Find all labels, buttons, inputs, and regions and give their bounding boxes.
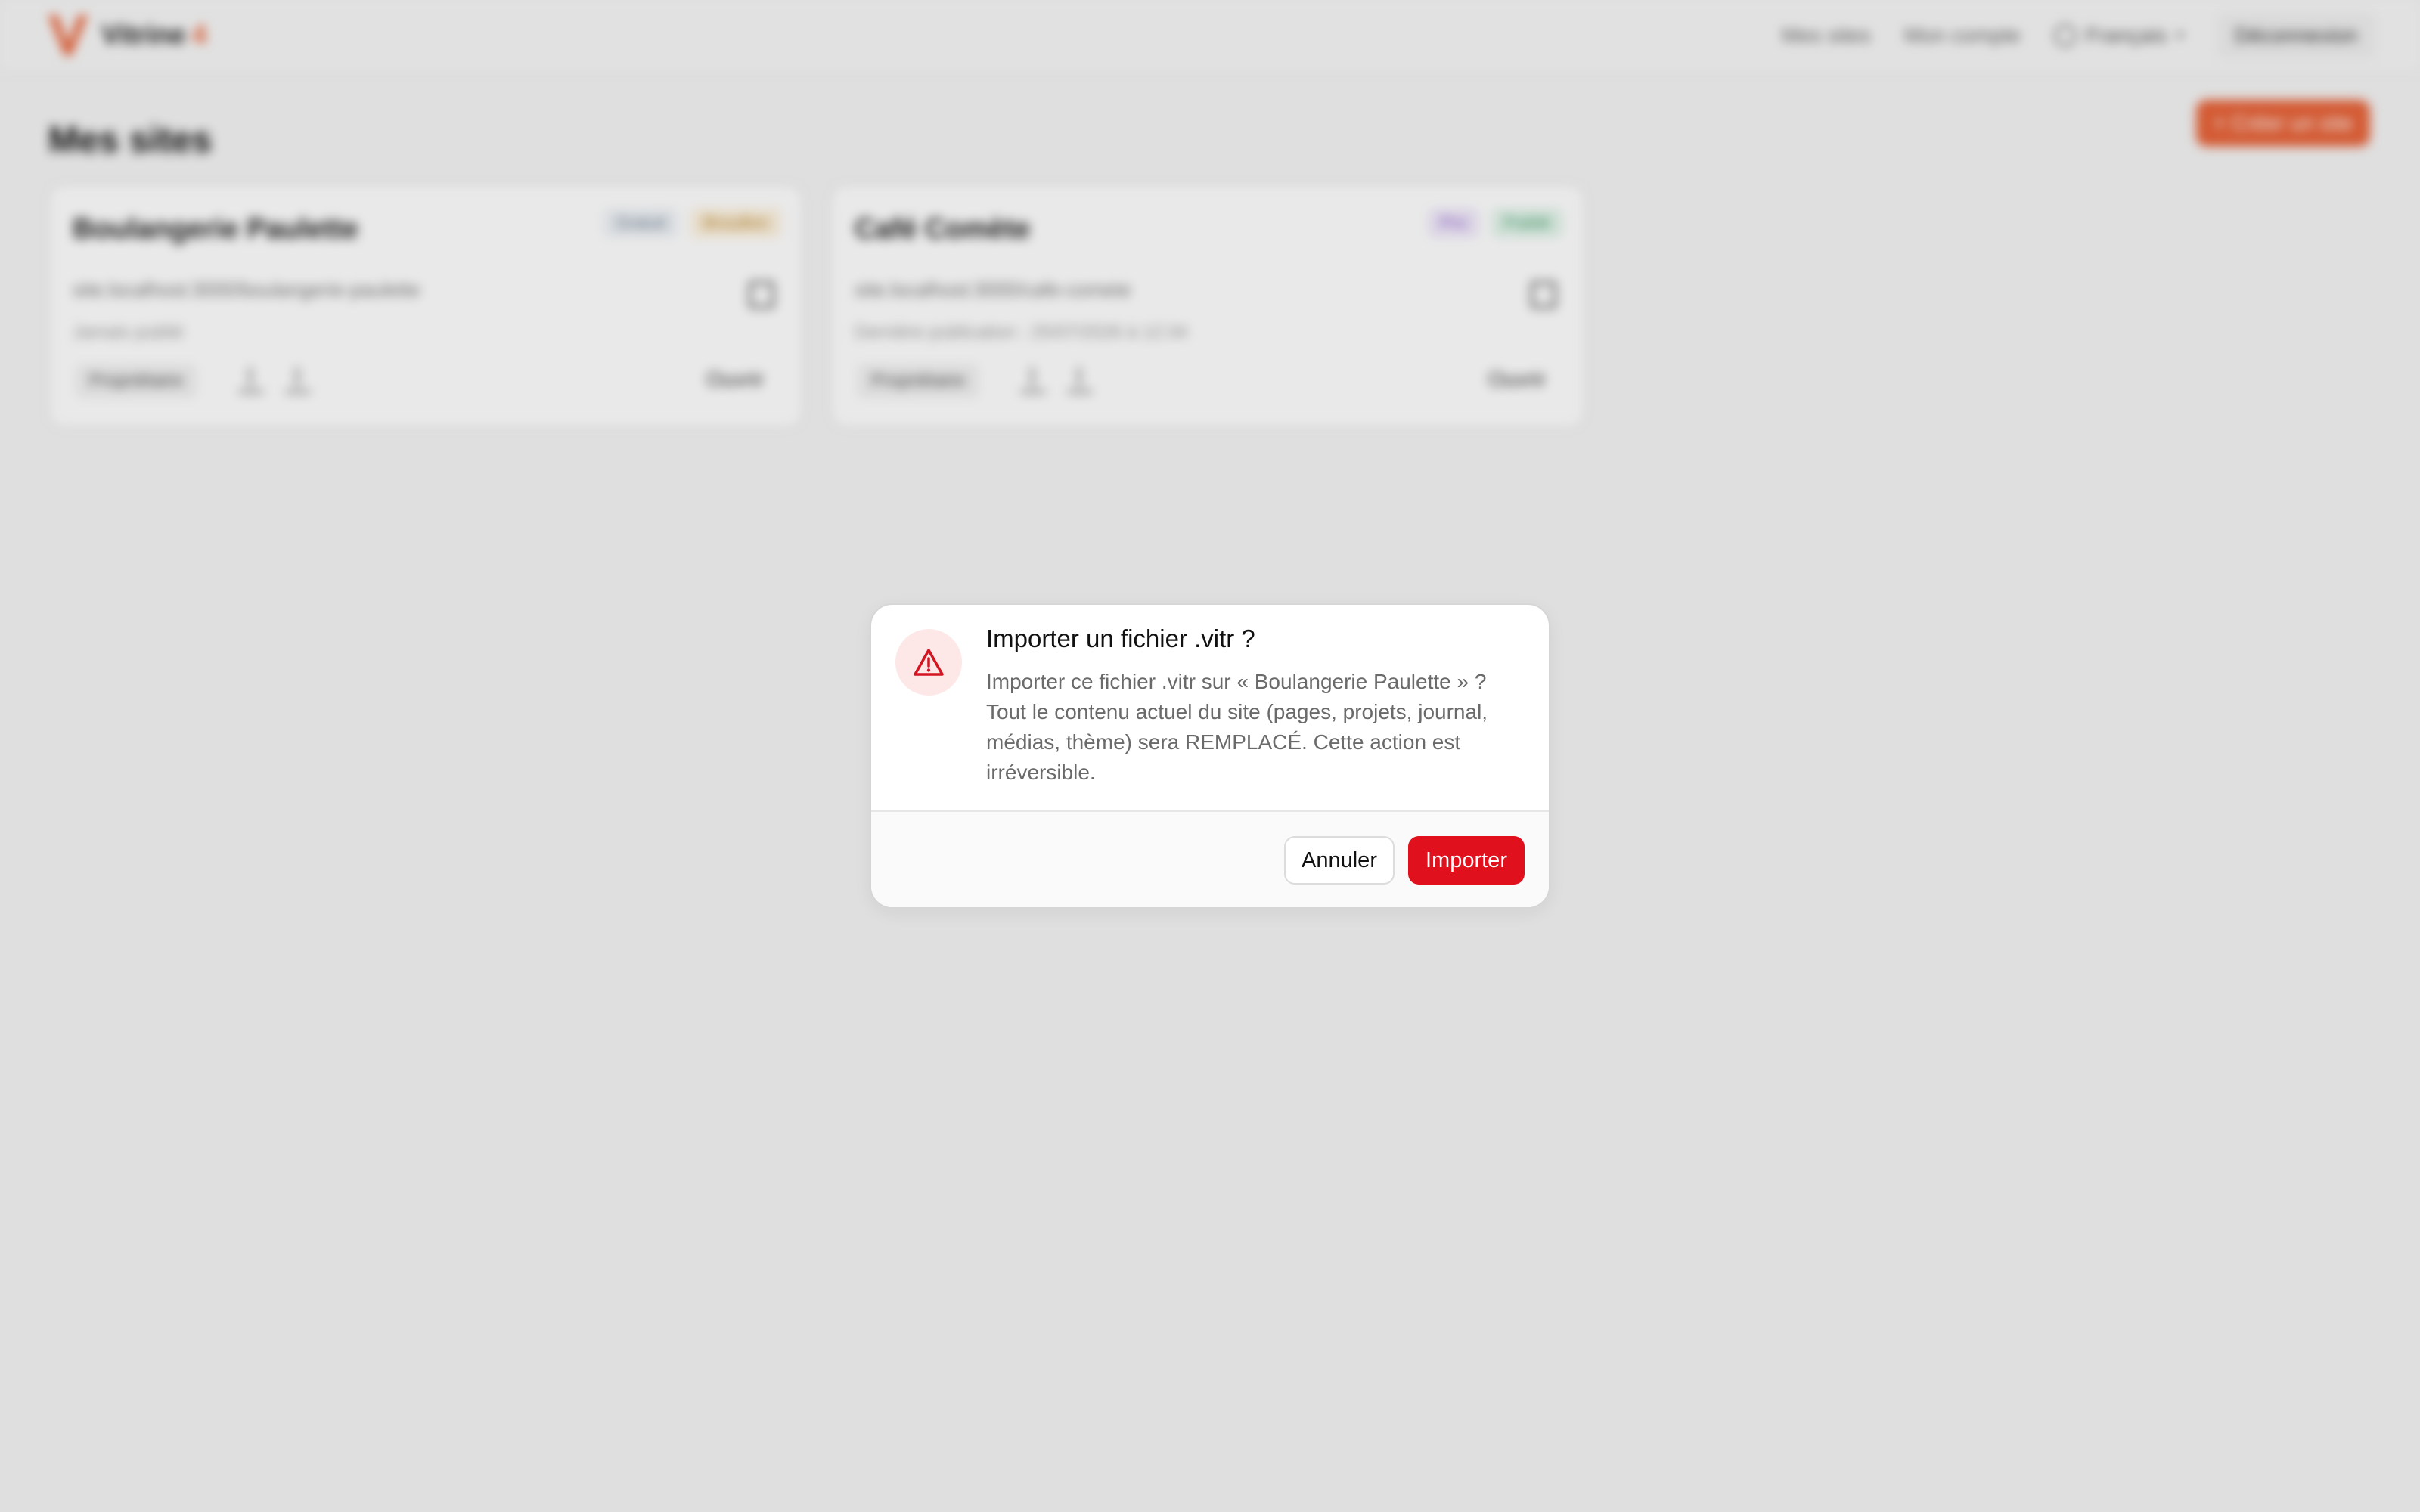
warning-triangle-icon [914, 649, 944, 676]
dialog-footer: Annuler Importer [871, 810, 1549, 907]
warning-badge [895, 629, 962, 696]
import-confirm-dialog: Importer un fichier .vitr ? Importer ce … [870, 603, 1550, 909]
dialog-title: Importer un fichier .vitr ? [986, 624, 1255, 652]
dialog-message: Importer ce fichier .vitr sur « Boulange… [986, 670, 1488, 784]
cancel-button[interactable]: Annuler [1284, 836, 1395, 885]
import-button[interactable]: Importer [1408, 836, 1525, 885]
